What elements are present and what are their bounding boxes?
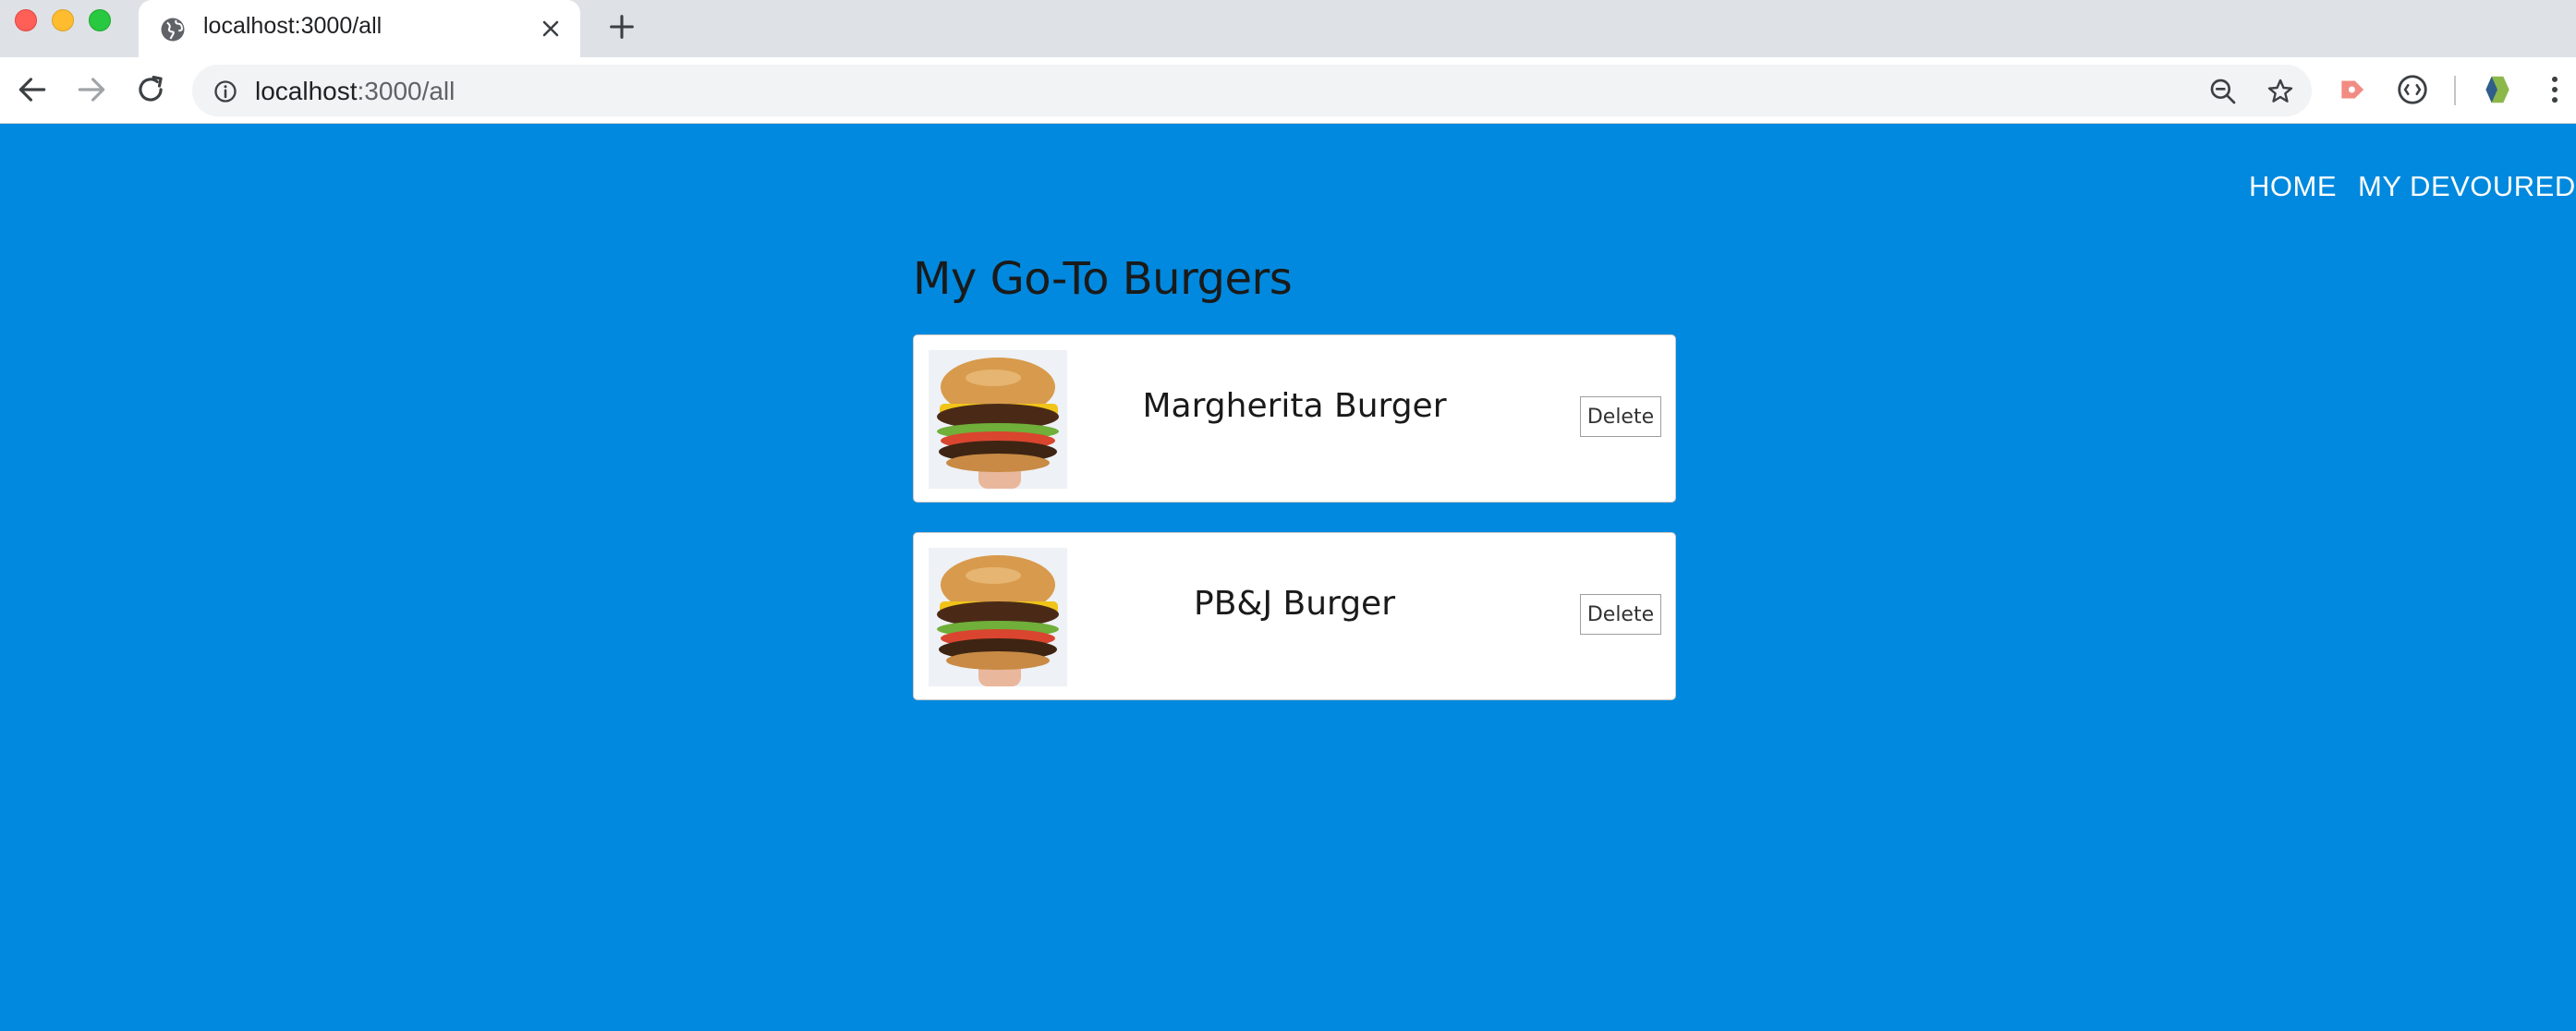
close-tab-icon[interactable] [538,16,564,42]
back-arrow-icon[interactable] [15,72,50,107]
profile-avatar-icon[interactable] [2480,72,2515,107]
burger-name: Margherita Burger [1142,387,1447,425]
globe-icon [161,18,185,42]
address-url[interactable]: localhost:3000/all [255,77,455,106]
tab-title: localhost:3000/all [203,13,383,39]
address-bar[interactable]: localhost:3000/all [192,65,2312,116]
nav-home-link[interactable]: HOME [2249,170,2337,203]
delete-button[interactable]: Delete [1580,396,1661,437]
nav-my-devoured-link[interactable]: MY DEVOURED [2358,170,2576,203]
url-host: localhost [255,77,358,105]
close-window-button[interactable] [15,9,37,31]
page-body: HOME MY DEVOURED My Go-To Burgers Marghe… [0,124,2576,1031]
burger-card: PB&J Burger Delete [913,532,1676,700]
burger-name: PB&J Burger [1193,585,1396,623]
bookmark-star-icon[interactable] [2266,77,2295,106]
browser-tab-bar: localhost:3000/all [0,0,2576,57]
reload-icon[interactable] [133,72,168,107]
page-title: My Go-To Burgers [913,253,1293,305]
new-tab-icon[interactable] [606,11,638,42]
browser-tab[interactable]: localhost:3000/all [139,0,580,57]
burger-image [929,350,1067,489]
delete-button[interactable]: Delete [1580,594,1661,635]
burger-image [929,548,1067,686]
url-path: :3000/all [357,77,456,105]
extension-code-icon[interactable] [2395,72,2430,107]
more-menu-icon[interactable] [2537,72,2572,107]
toolbar-separator [2454,76,2456,105]
zoom-out-icon[interactable] [2208,77,2238,106]
maximize-window-button[interactable] [89,9,111,31]
minimize-window-button[interactable] [52,9,74,31]
browser-toolbar: localhost:3000/all [0,57,2576,124]
forward-arrow-icon[interactable] [74,72,109,107]
burger-card: Margherita Burger Delete [913,334,1676,503]
extension-tag-icon[interactable] [2336,72,2371,107]
site-info-icon[interactable] [213,79,238,104]
